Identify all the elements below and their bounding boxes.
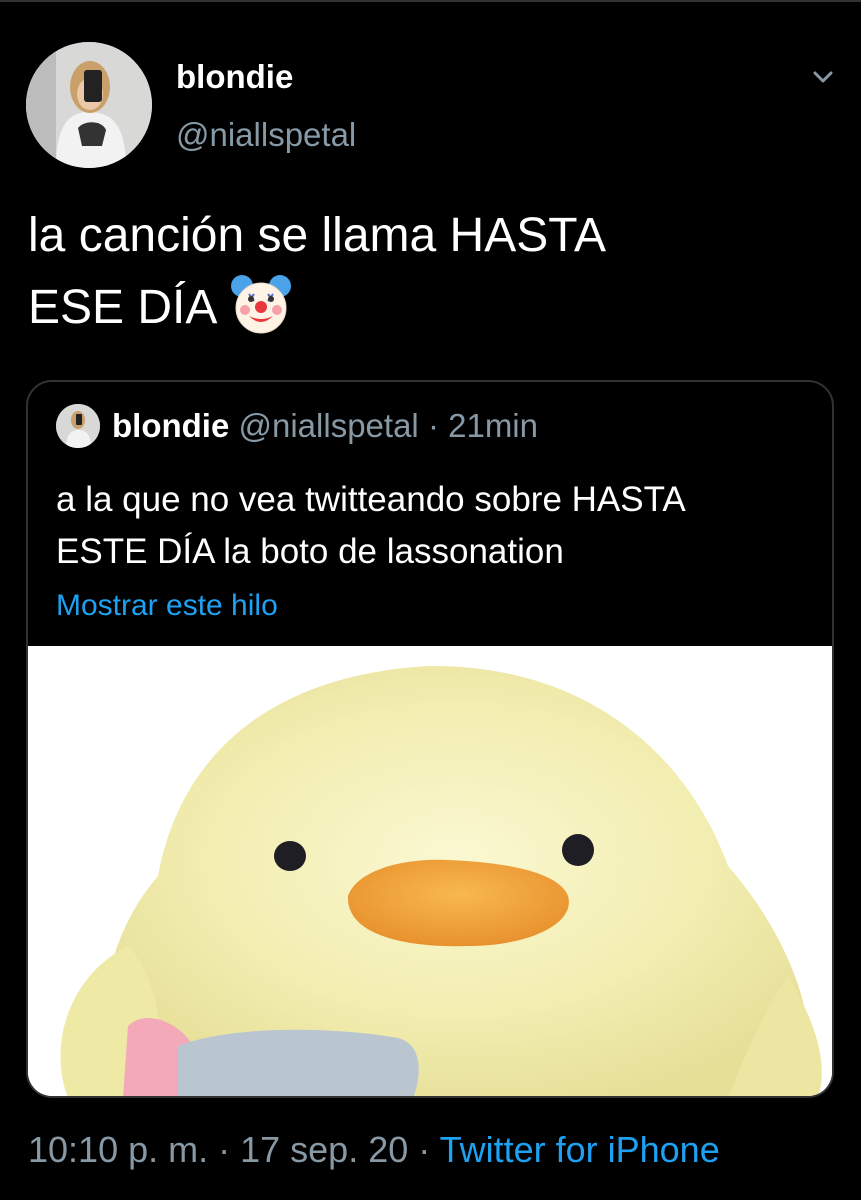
quoted-avatar[interactable] bbox=[56, 404, 100, 448]
quoted-author-name: blondie bbox=[112, 407, 230, 444]
quoted-text-line: ESTE DÍA la boto de lassonation bbox=[56, 532, 564, 571]
quoted-media-image[interactable] bbox=[28, 646, 832, 1096]
tweet-time: 10:10 p. m. bbox=[28, 1129, 209, 1170]
quoted-text-line: a la que no vea twitteando sobre HASTA bbox=[56, 480, 686, 519]
author-name[interactable]: blondie bbox=[176, 58, 293, 96]
author-handle[interactable]: @niallspetal bbox=[176, 116, 356, 154]
tweet-meta: 10:10 p. m. · 17 sep. 20 · Twitter for i… bbox=[28, 1128, 720, 1172]
tweet-source-link[interactable]: Twitter for iPhone bbox=[440, 1129, 720, 1170]
quoted-text: a la que no vea twitteando sobre HASTA E… bbox=[56, 474, 816, 578]
quoted-header: blondie @niallspetal · 21min bbox=[112, 404, 538, 448]
top-divider bbox=[0, 0, 861, 2]
quoted-author-handle: @niallspetal bbox=[238, 407, 419, 444]
quoted-tweet[interactable]: blondie @niallspetal · 21min a la que no… bbox=[26, 380, 834, 1098]
chevron-down-icon[interactable] bbox=[806, 66, 840, 90]
clown-face-icon bbox=[229, 272, 293, 336]
avatar[interactable] bbox=[26, 42, 152, 168]
meta-separator: · bbox=[208, 1129, 241, 1170]
tweet-text-line: ESE DÍA bbox=[28, 272, 828, 344]
show-thread-link[interactable]: Mostrar este hilo bbox=[56, 586, 278, 626]
tweet-text-line-content: ESE DÍA bbox=[28, 281, 218, 334]
meta-separator: · bbox=[408, 1129, 440, 1170]
quoted-separator: · bbox=[427, 407, 439, 444]
tweet-text: la canción se llama HASTA ESE DÍA bbox=[28, 200, 828, 344]
quoted-time: 21min bbox=[448, 407, 538, 444]
tweet-date: 17 sep. 20 bbox=[240, 1129, 409, 1170]
tweet-text-line: la canción se llama HASTA bbox=[28, 209, 607, 262]
